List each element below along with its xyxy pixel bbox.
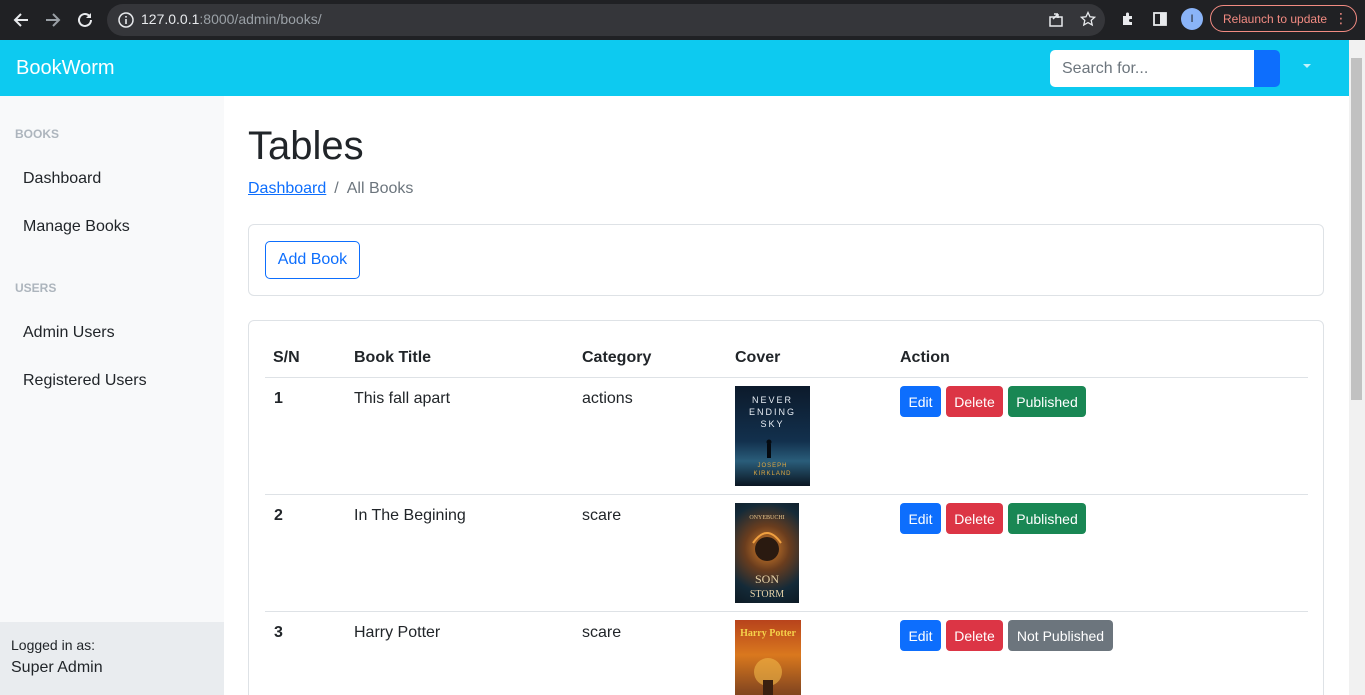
sidebar-item-manage-books[interactable]: Manage Books xyxy=(23,218,130,236)
scrollbar-thumb[interactable] xyxy=(1351,58,1362,400)
table-row: 1 This fall apart actions NEVER ENDING S… xyxy=(265,378,1308,495)
cover-text: ONYEBUCHI xyxy=(749,515,784,521)
sidebar-heading-users: USERS xyxy=(15,281,57,295)
cover-text: KIRKLAND xyxy=(753,471,791,477)
cover-text: NEVER xyxy=(752,395,793,405)
edit-button[interactable]: Edit xyxy=(900,503,941,534)
sidebar: BOOKS Dashboard Manage Books USERS Admin… xyxy=(0,96,224,695)
cover-text: Harry Potter xyxy=(740,628,796,639)
row-book-title: This fall apart xyxy=(354,390,451,407)
more-menu-icon[interactable]: ⋮ xyxy=(1334,10,1348,27)
delete-button[interactable]: Delete xyxy=(946,503,1003,534)
site-info-icon[interactable] xyxy=(117,11,135,29)
sidebar-item-registered-users[interactable]: Registered Users xyxy=(23,372,147,390)
logged-in-label: Logged in as: xyxy=(11,637,96,653)
breadcrumb-separator: / xyxy=(334,180,339,197)
sidebar-item-admin-users[interactable]: Admin Users xyxy=(23,324,115,342)
delete-button[interactable]: Delete xyxy=(946,386,1003,417)
sidebar-item-dashboard[interactable]: Dashboard xyxy=(23,170,101,188)
url-text: 127.0.0.1:8000/admin/books/ xyxy=(141,11,322,27)
brand-logo-text[interactable]: BookWorm xyxy=(16,57,115,80)
column-header-category: Category xyxy=(582,349,652,366)
column-header-sn: S/N xyxy=(273,349,300,366)
column-header-cover: Cover xyxy=(735,349,781,366)
row-category: scare xyxy=(582,624,622,641)
delete-button[interactable]: Delete xyxy=(946,620,1003,651)
book-cover-image: ONYEBUCHI SON STORM xyxy=(735,503,799,603)
relaunch-button[interactable]: Relaunch to update ⋮ xyxy=(1210,5,1357,32)
back-arrow-icon[interactable] xyxy=(9,8,33,32)
logged-in-user: Super Admin xyxy=(11,659,103,676)
publish-status-button[interactable]: Published xyxy=(1008,386,1086,417)
row-category: scare xyxy=(582,507,622,524)
page-title: Tables xyxy=(248,124,364,168)
books-table-card: S/N Book Title Category Cover Action 1 T… xyxy=(248,320,1324,695)
row-book-title: Harry Potter xyxy=(354,624,441,641)
cover-text: SKY xyxy=(760,419,784,429)
row-serial-number: 2 xyxy=(274,507,283,524)
main-content: Tables Dashboard / All Books Add Book S/… xyxy=(224,96,1349,695)
cover-text: JOSEPH xyxy=(757,463,787,469)
user-dropdown-caret-icon[interactable] xyxy=(1303,64,1311,68)
sidebar-footer: Logged in as: Super Admin xyxy=(0,622,224,695)
reload-icon[interactable] xyxy=(73,8,97,32)
search-button[interactable] xyxy=(1254,50,1280,87)
extensions-icon[interactable] xyxy=(1117,8,1139,30)
forward-arrow-icon[interactable] xyxy=(41,8,65,32)
column-header-book-title: Book Title xyxy=(354,349,432,366)
row-serial-number: 1 xyxy=(274,390,283,407)
cover-text: STORM xyxy=(750,589,784,600)
row-book-title: In The Begining xyxy=(354,507,466,524)
row-category: actions xyxy=(582,390,633,407)
table-row: 2 In The Begining scare ONYEBUCHI SON ST… xyxy=(265,495,1308,612)
breadcrumb-current: All Books xyxy=(346,180,414,197)
side-panel-icon[interactable] xyxy=(1149,8,1171,30)
publish-status-button[interactable]: Not Published xyxy=(1008,620,1113,651)
edit-button[interactable]: Edit xyxy=(900,620,941,651)
app-navbar: BookWorm xyxy=(0,40,1349,96)
cover-text: SON xyxy=(755,572,779,586)
page-scrollbar[interactable] xyxy=(1349,40,1365,695)
bookmark-star-icon[interactable] xyxy=(1077,8,1099,30)
browser-toolbar: 127.0.0.1:8000/admin/books/ I Relaunch t… xyxy=(0,0,1365,40)
table-row: 3 Harry Potter scare Harry Potter Edit D… xyxy=(265,612,1308,695)
row-serial-number: 3 xyxy=(274,624,283,641)
relaunch-label: Relaunch to update xyxy=(1223,11,1328,26)
address-bar[interactable]: 127.0.0.1:8000/admin/books/ xyxy=(107,4,1105,36)
search-input[interactable] xyxy=(1050,50,1256,87)
share-icon[interactable] xyxy=(1045,8,1067,30)
breadcrumb: Dashboard / All Books xyxy=(248,180,413,198)
profile-avatar[interactable]: I xyxy=(1181,8,1203,30)
breadcrumb-dashboard-link[interactable]: Dashboard xyxy=(248,180,326,198)
book-cover-image: NEVER ENDING SKY JOSEPH KIRKLAND xyxy=(735,386,810,486)
book-cover-image: Harry Potter xyxy=(735,620,801,695)
cover-text: ENDING xyxy=(749,407,796,417)
column-header-action: Action xyxy=(900,349,950,366)
sidebar-heading-books: BOOKS xyxy=(15,127,60,141)
add-book-card: Add Book xyxy=(248,224,1324,296)
edit-button[interactable]: Edit xyxy=(900,386,941,417)
add-book-button[interactable]: Add Book xyxy=(265,241,360,279)
publish-status-button[interactable]: Published xyxy=(1008,503,1086,534)
